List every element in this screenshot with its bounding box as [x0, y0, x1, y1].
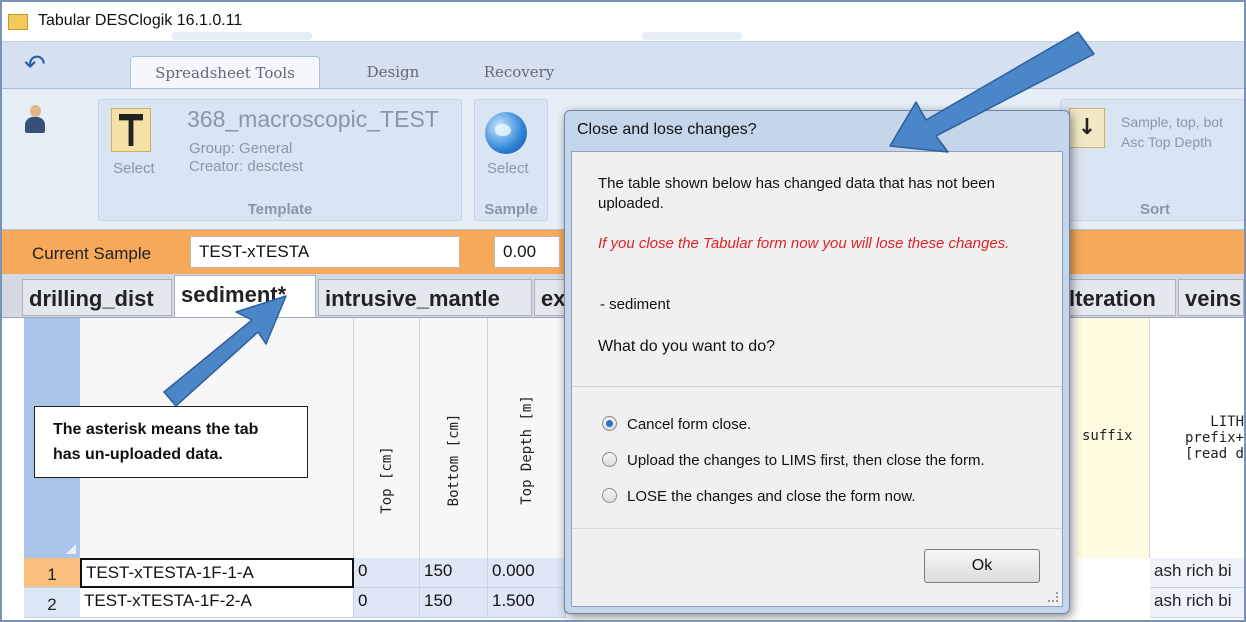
tab-intrusive-mantle[interactable]: intrusive_mantle [318, 279, 532, 316]
tab-spreadsheet-tools[interactable]: Spreadsheet Tools [130, 56, 320, 88]
sample-group: Select Sample [474, 99, 548, 221]
ribbon-tab-bar: ↶ Spreadsheet Tools Design Recovery [2, 42, 1244, 88]
top-depth-column-label: Top Depth [m] [518, 395, 535, 505]
sort-icon[interactable]: ↓ [1069, 108, 1105, 148]
sort-description: Sample, top, bot Asc Top Depth [1121, 112, 1223, 152]
radio-selected-icon[interactable] [602, 416, 617, 431]
bottom-column-header[interactable]: Bottom [cm] [420, 318, 488, 558]
app-icon [8, 14, 28, 30]
sort-group: ↓ Sample, top, bot Asc Top Depth Sort [1060, 99, 1244, 221]
lith-column-label-2: prefix+ [1184, 430, 1244, 446]
tab-design[interactable]: Design [348, 56, 438, 88]
select-sample-button[interactable]: Select [487, 160, 529, 177]
option-upload-then-close[interactable]: Upload the changes to LIMS first, then c… [602, 452, 985, 469]
tab-alteration[interactable]: lteration [1062, 279, 1176, 316]
option-lose-changes[interactable]: LOSE the changes and close the form now. [602, 488, 916, 505]
row-number[interactable]: 2 [24, 588, 80, 618]
tab-recovery[interactable]: Recovery [464, 56, 574, 88]
top-column-header[interactable]: Top [cm] [354, 318, 420, 558]
dialog-message: The table shown below has changed data t… [598, 175, 995, 212]
bottom-column-label: Bottom [cm] [445, 413, 462, 507]
globe-icon[interactable] [485, 112, 527, 154]
changed-table-item: - sediment [600, 296, 671, 313]
current-sample-label: Current Sample [32, 244, 152, 263]
app-window: Tabular DESClogik 16.1.0.11 ↶ Spreadshee… [0, 0, 1246, 622]
dialog-question: What do you want to do? [598, 338, 775, 355]
suffix-column-header[interactable]: suffix [1076, 318, 1150, 558]
top-depth-cell[interactable]: 1.500 [488, 588, 566, 618]
dialog-body: The table shown below has changed data t… [571, 151, 1063, 607]
option-cancel-close[interactable]: Cancel form close. [602, 416, 751, 433]
top-cell[interactable]: 0 [354, 588, 420, 618]
resize-grip-icon[interactable] [1048, 592, 1058, 602]
lith-column-header[interactable]: LITH prefix+ [read d [1150, 318, 1244, 558]
ok-button[interactable]: Ok [924, 549, 1040, 583]
blurred-toolbar [172, 32, 312, 40]
sample-id-cell[interactable]: TEST-xTESTA-1F-1-A [80, 558, 354, 588]
template-group-text: Group: General [189, 140, 293, 157]
radio-icon[interactable] [602, 452, 617, 467]
sample-group-label: Sample [484, 201, 538, 218]
top-depth-column-header[interactable]: Top Depth [m] [488, 318, 566, 558]
dialog-footer: Ok [572, 528, 1062, 606]
suffix-column-label: suffix [1082, 428, 1133, 444]
current-sample-input[interactable]: TEST-xTESTA [190, 236, 460, 268]
lith-column-label-3: [read d [1184, 446, 1244, 462]
template-icon[interactable] [111, 108, 151, 152]
tab-drilling-dist[interactable]: drilling_dist [22, 279, 172, 316]
tab-sediment[interactable]: sediment* [174, 275, 316, 317]
undo-icon[interactable]: ↶ [24, 50, 46, 80]
top-column-label: Top [cm] [378, 446, 395, 514]
tab-veins[interactable]: veins [1178, 279, 1244, 316]
close-dialog: Close and lose changes? The table shown … [564, 110, 1070, 614]
lith-cell[interactable]: ash rich bi [1150, 558, 1244, 588]
blurred-toolbar [642, 32, 742, 40]
dialog-divider [572, 386, 1062, 387]
top-cell[interactable]: 0 [354, 558, 420, 588]
sample-id-cell[interactable]: TEST-xTESTA-1F-2-A [80, 588, 354, 618]
radio-icon[interactable] [602, 488, 617, 503]
bottom-cell[interactable]: 150 [420, 558, 488, 588]
lith-cell[interactable]: ash rich bi [1150, 588, 1244, 618]
title-bar: Tabular DESClogik 16.1.0.11 [2, 2, 1244, 42]
select-template-button[interactable]: Select [113, 160, 155, 177]
dialog-warning: If you close the Tabular form now you wi… [598, 235, 1010, 252]
option-label: LOSE the changes and close the form now. [627, 488, 916, 505]
window-title: Tabular DESClogik 16.1.0.11 [38, 12, 243, 29]
dialog-title: Close and lose changes? [577, 121, 757, 138]
bottom-cell[interactable]: 150 [420, 588, 488, 618]
template-name: 368_macroscopic_TEST [187, 106, 439, 132]
sort-group-label: Sort [1140, 201, 1170, 218]
option-label: Cancel form close. [627, 416, 752, 433]
template-group-label: Template [247, 201, 313, 218]
lith-column-label-1: LITH [1210, 414, 1244, 430]
sort-line-1: Sample, top, bot [1121, 114, 1223, 130]
top-depth-cell[interactable]: 0.000 [488, 558, 566, 588]
current-depth-field[interactable]: 0.00 [494, 236, 560, 268]
user-icon[interactable] [22, 105, 48, 135]
template-group: Select 368_macroscopic_TEST Group: Gener… [98, 99, 462, 221]
annotation-callout: The asterisk means the tab has un-upload… [34, 406, 308, 478]
template-creator: Creator: desctest [189, 158, 304, 175]
row-number[interactable]: 1 [24, 558, 80, 588]
sort-line-2: Asc Top Depth [1121, 134, 1212, 150]
option-label: Upload the changes to LIMS first, then c… [627, 452, 985, 469]
